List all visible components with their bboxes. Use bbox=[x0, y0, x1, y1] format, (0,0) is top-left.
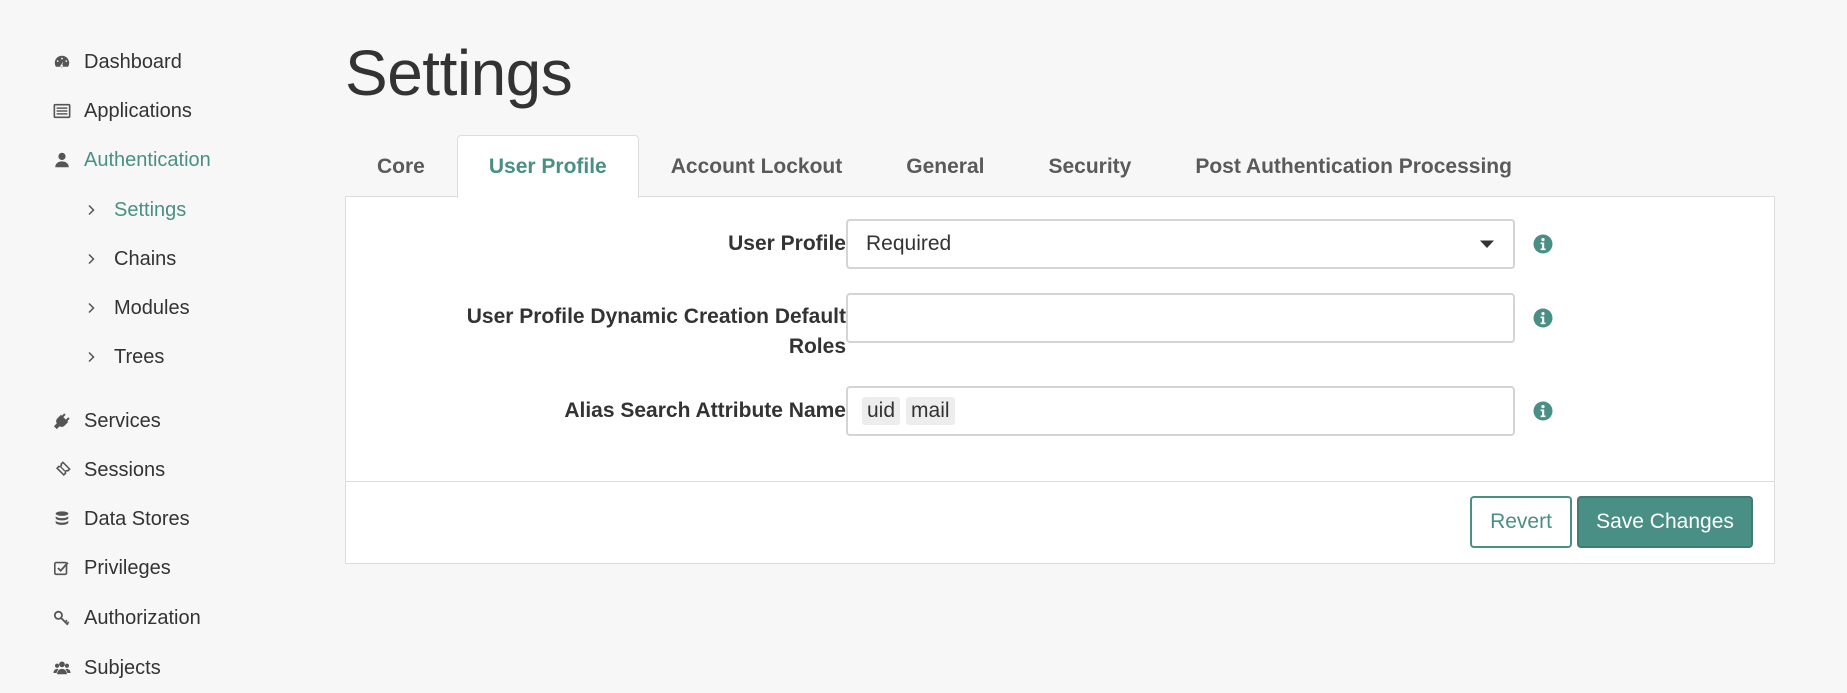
sidebar-subitem-trees[interactable]: Trees bbox=[84, 341, 164, 373]
chevron-right-icon bbox=[84, 301, 98, 315]
tab-core[interactable]: Core bbox=[345, 135, 457, 197]
sidebar: Dashboard Applications Authentication Se… bbox=[0, 0, 320, 693]
checkbox-icon bbox=[52, 558, 72, 578]
chevron-right-icon bbox=[84, 203, 98, 217]
form-row-alias-search: Alias Search Attribute Name uid mail bbox=[346, 386, 1774, 438]
applications-icon bbox=[52, 101, 72, 121]
sidebar-item-data-stores[interactable]: Data Stores bbox=[52, 502, 190, 536]
form-row-dynamic-roles: User Profile Dynamic Creation Default Ro… bbox=[346, 293, 1774, 358]
sidebar-item-privileges[interactable]: Privileges bbox=[52, 551, 171, 585]
dynamic-roles-input[interactable] bbox=[846, 293, 1515, 343]
user-profile-select-value: Required bbox=[866, 232, 952, 255]
sidebar-item-label: Sessions bbox=[84, 458, 166, 481]
tab-user-profile[interactable]: User Profile bbox=[456, 135, 639, 198]
plug-icon bbox=[52, 411, 72, 431]
sidebar-item-label: Dashboard bbox=[84, 50, 182, 73]
sidebar-item-label: Data Stores bbox=[84, 507, 190, 530]
sidebar-item-authentication[interactable]: Authentication bbox=[52, 143, 211, 177]
dynamic-roles-label: User Profile Dynamic Creation Default Ro… bbox=[406, 302, 846, 362]
sidebar-item-subjects[interactable]: Subjects bbox=[52, 651, 161, 685]
chevron-right-icon bbox=[84, 350, 98, 364]
sidebar-subitem-label: Settings bbox=[114, 198, 187, 221]
sidebar-item-label: Authorization bbox=[84, 606, 201, 629]
users-icon bbox=[52, 658, 72, 678]
panel-footer: Revert Save Changes bbox=[346, 481, 1774, 563]
tag-uid[interactable]: uid bbox=[862, 397, 901, 425]
sidebar-item-label: Applications bbox=[84, 99, 192, 122]
sidebar-item-label: Authentication bbox=[84, 148, 211, 171]
form-row-user-profile: User Profile Required bbox=[346, 219, 1774, 271]
user-profile-select[interactable]: Required bbox=[846, 219, 1515, 269]
alias-search-tags-input[interactable]: uid mail bbox=[846, 386, 1515, 436]
user-icon bbox=[52, 150, 72, 170]
tab-account-lockout[interactable]: Account Lockout bbox=[639, 135, 875, 197]
save-changes-button[interactable]: Save Changes bbox=[1577, 496, 1753, 548]
info-icon[interactable] bbox=[1533, 401, 1553, 421]
user-profile-label: User Profile bbox=[728, 232, 846, 255]
tab-post-authentication-processing[interactable]: Post Authentication Processing bbox=[1163, 135, 1544, 197]
dynamic-roles-label-line1: User Profile Dynamic Creation Default bbox=[466, 305, 846, 328]
page-title: Settings bbox=[345, 37, 573, 109]
info-icon[interactable] bbox=[1533, 308, 1553, 328]
sidebar-item-label: Privileges bbox=[84, 556, 171, 579]
settings-tabs: Core User Profile Account Lockout Genera… bbox=[345, 135, 1544, 198]
sidebar-subitem-label: Chains bbox=[114, 247, 177, 270]
sidebar-item-label: Subjects bbox=[84, 656, 161, 679]
tag-mail[interactable]: mail bbox=[906, 397, 955, 425]
caret-down-icon bbox=[1479, 239, 1495, 249]
tab-security[interactable]: Security bbox=[1016, 135, 1163, 197]
tab-general[interactable]: General bbox=[874, 135, 1016, 197]
sidebar-item-label: Services bbox=[84, 409, 161, 432]
sidebar-item-services[interactable]: Services bbox=[52, 404, 161, 438]
chevron-right-icon bbox=[84, 252, 98, 266]
alias-search-label: Alias Search Attribute Name bbox=[564, 399, 846, 422]
sidebar-item-applications[interactable]: Applications bbox=[52, 94, 192, 128]
key-icon bbox=[52, 608, 72, 628]
dynamic-roles-label-line2: Roles bbox=[788, 335, 846, 358]
revert-button[interactable]: Revert bbox=[1470, 496, 1572, 548]
sidebar-item-authorization[interactable]: Authorization bbox=[52, 601, 201, 635]
ticket-icon bbox=[52, 460, 72, 480]
database-icon bbox=[52, 509, 72, 529]
sidebar-subitem-settings[interactable]: Settings bbox=[84, 194, 186, 226]
sidebar-subitem-label: Modules bbox=[114, 296, 190, 319]
sidebar-subitem-chains[interactable]: Chains bbox=[84, 243, 176, 275]
sidebar-item-sessions[interactable]: Sessions bbox=[52, 453, 165, 487]
sidebar-item-dashboard[interactable]: Dashboard bbox=[52, 45, 182, 79]
sidebar-subitem-label: Trees bbox=[114, 345, 165, 368]
settings-panel: User Profile Required User Profile Dynam… bbox=[345, 196, 1775, 564]
sidebar-subitem-modules[interactable]: Modules bbox=[84, 292, 190, 324]
app-root: Dashboard Applications Authentication Se… bbox=[0, 0, 1847, 693]
dashboard-icon bbox=[52, 52, 72, 72]
info-icon[interactable] bbox=[1533, 234, 1553, 254]
